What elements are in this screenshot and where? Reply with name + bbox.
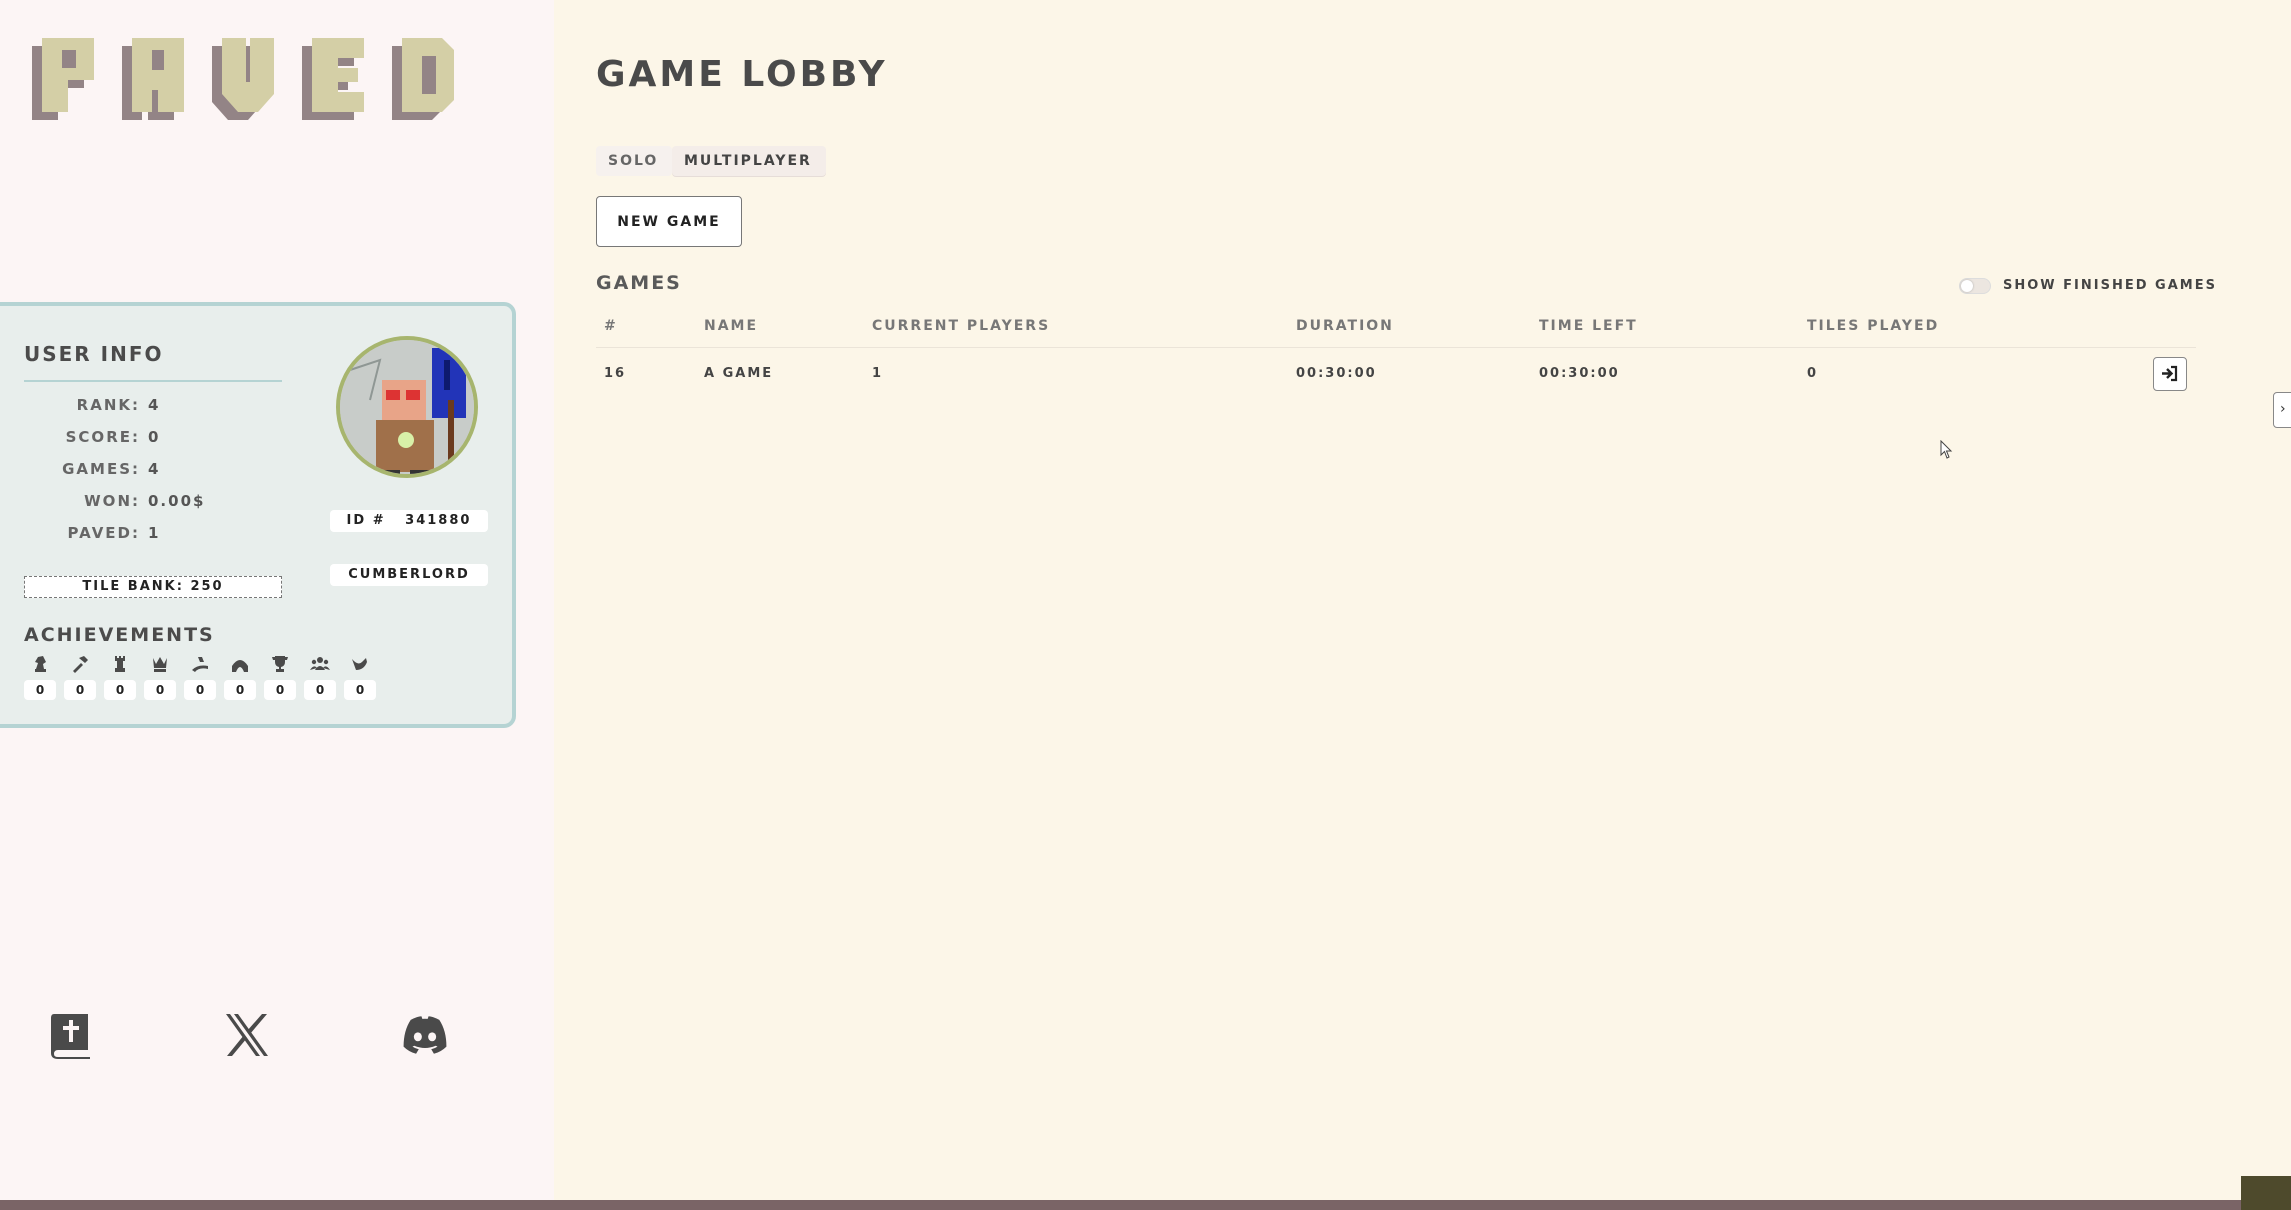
user-id-badge: ID # 341880 (330, 510, 488, 532)
mouse-cursor-icon (1940, 440, 1953, 459)
achievement-trophy: 0 (264, 654, 296, 706)
achievement-count: 0 (344, 680, 376, 700)
logo-letter-d (392, 38, 454, 120)
stat-value: 0 (148, 428, 161, 446)
achievement-count: 0 (184, 680, 216, 700)
achievement-count: 0 (24, 680, 56, 700)
stat-label: PAVED (67, 524, 132, 542)
discord-icon[interactable] (400, 1010, 450, 1060)
user-info-title: USER INFO (24, 342, 164, 366)
chess-knight-icon (35, 656, 46, 672)
stat-value: 1 (148, 524, 161, 542)
column-header-players: CURRENT PLAYERS (872, 318, 1051, 334)
achievement-road: 0 (184, 654, 216, 706)
main-content: GAME LOBBY SOLO MULTIPLAYER NEW GAME GAM… (554, 0, 2241, 1200)
tab-multiplayer[interactable]: MULTIPLAYER (672, 146, 826, 176)
cell-name: A GAME (704, 366, 774, 381)
logo-letter-v (212, 38, 274, 120)
logo-letter-e (302, 38, 364, 120)
cell-duration: 00:30:00 (1296, 366, 1377, 381)
column-header-id: # (604, 318, 618, 334)
divider (596, 347, 2196, 348)
tile-bank: TILE BANK: 250 (24, 576, 282, 598)
hammer-icon (73, 656, 88, 673)
achievement-queen: 0 (144, 654, 176, 706)
x-icon[interactable] (222, 1010, 272, 1060)
achievement-bird: 0 (344, 654, 376, 706)
chess-queen-icon (153, 657, 167, 672)
join-game-button[interactable] (2153, 357, 2187, 391)
stat-won: WON: 0.00$ (84, 492, 206, 510)
avatar[interactable] (336, 336, 478, 478)
cell-time-left: 00:30:00 (1539, 366, 1620, 381)
divider (24, 380, 282, 382)
achievement-count: 0 (104, 680, 136, 700)
users-icon (310, 657, 330, 670)
bird-icon (352, 658, 367, 670)
road-icon (192, 657, 208, 672)
cell-players: 1 (872, 366, 884, 381)
logo-letter-a (122, 38, 184, 120)
page-title: GAME LOBBY (596, 54, 888, 95)
avatar-image (340, 340, 474, 474)
show-finished-label[interactable]: SHOW FINISHED GAMES (2003, 278, 2217, 293)
column-header-duration: DURATION (1296, 318, 1394, 334)
user-info-card: USER INFO RANK: 4 SCORE: 0 GAMES: 4 WON:… (0, 302, 516, 728)
stat-label: RANK (76, 396, 132, 414)
achievement-hammer: 0 (64, 654, 96, 706)
stat-value: 4 (148, 396, 161, 414)
column-header-tiles-played: TILES PLAYED (1807, 318, 1940, 334)
stat-rank: RANK: 4 (76, 396, 161, 414)
achievement-count: 0 (264, 680, 296, 700)
achievement-knight: 0 (24, 654, 56, 706)
achievement-team: 0 (304, 654, 336, 706)
achievement-count: 0 (64, 680, 96, 700)
chevron-right-icon[interactable]: › (2273, 392, 2291, 428)
show-finished-toggle[interactable] (1959, 278, 1991, 294)
cell-id: 16 (604, 366, 627, 381)
stat-value: 4 (148, 460, 161, 478)
tab-solo[interactable]: SOLO (596, 146, 672, 176)
edge-panel (2241, 0, 2291, 1176)
achievement-bridge: 0 (224, 654, 256, 706)
achievement-count: 0 (224, 680, 256, 700)
achievement-count: 0 (144, 680, 176, 700)
sidebar: USER INFO RANK: 4 SCORE: 0 GAMES: 4 WON:… (0, 0, 554, 1200)
games-heading: GAMES (596, 272, 682, 294)
achievements-title: ACHIEVEMENTS (24, 624, 215, 646)
column-header-time-left: TIME LEFT (1539, 318, 1638, 334)
column-header-name: NAME (704, 318, 759, 334)
username-badge: CUMBERLORD (330, 564, 488, 586)
stat-value: 0.00$ (148, 492, 206, 510)
paved-logo[interactable] (18, 36, 498, 126)
achievement-count: 0 (304, 680, 336, 700)
new-game-button[interactable]: NEW GAME (596, 196, 742, 247)
stat-label: SCORE (65, 428, 132, 446)
stat-label: GAMES (62, 460, 132, 478)
trophy-icon (272, 656, 288, 672)
edge-strip (2241, 1176, 2291, 1210)
stat-paved: PAVED: 1 (67, 524, 161, 542)
stat-games: GAMES: 4 (62, 460, 161, 478)
sign-in-icon (2162, 365, 2178, 382)
logo-letter-p (32, 38, 94, 120)
book-icon[interactable] (48, 1010, 98, 1060)
achievement-rook: 0 (104, 654, 136, 706)
bridge-icon (232, 660, 248, 672)
stat-label: WON (84, 492, 132, 510)
chess-rook-icon (115, 656, 125, 672)
stat-score: SCORE: 0 (65, 428, 161, 446)
cell-tiles-played: 0 (1807, 366, 1819, 381)
